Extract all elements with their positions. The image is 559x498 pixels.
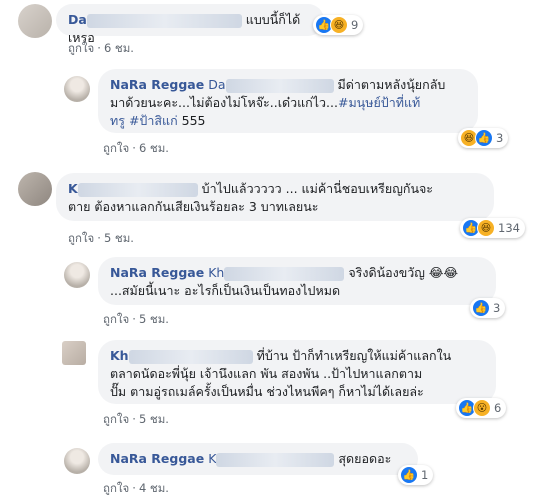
mention[interactable]: Da [208,77,225,92]
comment-bubble: NaRa Reggae Da มีด่าตามหลังนุ้ยกลับ มาด้… [98,69,478,133]
comment-meta: ถูกใจ · 6 ชม. [68,41,134,55]
haha-reaction-icon: 😆 [330,16,348,34]
haha-reaction-icon: 😆 [477,219,495,237]
comment-bubble: Da แบบนี้ก็ได้เหรอ [56,4,324,45]
wow-reaction-icon: 😮 [473,399,491,417]
reaction-count: 3 [493,301,501,315]
hashtag[interactable]: #ป้าสิแก่ [129,113,178,128]
comment-meta: ถูกใจ · 5 ชม. [103,312,169,326]
comment-text: มาด้วยนะคะ...ไม่ต้องไม่โหจ๊ะ..เด๋วแก่ไว.… [110,95,338,110]
comment-meta: ถูกใจ · 5 ชม. [103,412,169,426]
comment-author[interactable]: NaRa Reggae [110,77,204,92]
redacted-name [224,266,345,281]
timestamp[interactable]: 4 ชม. [139,481,169,495]
timestamp[interactable]: 5 ชม. [139,312,169,326]
redacted-name [216,452,335,467]
redacted-name [77,182,198,197]
reaction-count: 134 [498,221,520,235]
avatar[interactable] [64,262,90,288]
timestamp[interactable]: 6 ชม. [104,41,134,55]
like-reaction-icon: 👍 [472,299,490,317]
avatar[interactable] [18,4,52,38]
comment-text: ...สมัยนี้เนาะ อะไรก็เป็นเงินเป็นทองไปหม… [110,283,341,298]
comment-bubble: NaRa Reggae Kh จริงดิน้องขวัญ 😂😂 ...สมัย… [98,257,496,305]
reaction-count: 6 [494,401,502,415]
comment-text: ตลาดนัดอะพี่นุ้ย เจ้านึงแลก พัน สองพัน .… [110,366,423,381]
mention[interactable]: Kh [208,265,224,280]
like-link[interactable]: ถูกใจ [103,412,129,426]
comment-text: สุดยอดอะ [338,451,392,466]
comment-author[interactable]: K [68,181,78,196]
comment-author[interactable]: Da [68,12,87,27]
hashtag[interactable]: #มนุษย์ป้าที่แท้ [338,95,420,110]
hashtag[interactable]: ทรู [110,113,125,128]
reaction-count: 1 [421,468,429,482]
like-reaction-icon: 👍 [475,129,493,147]
comment-author[interactable]: NaRa Reggae [110,451,204,466]
avatar[interactable] [64,448,90,474]
like-link[interactable]: ถูกใจ [103,312,129,326]
reaction-count: 9 [351,18,359,32]
comment-meta: ถูกใจ · 4 ชม. [103,481,169,495]
timestamp[interactable]: 6 ชม. [139,141,169,155]
comment-text: มีด่าตามหลังนุ้ยกลับ [337,77,446,92]
comment-bubble: NaRa Reggae K สุดยอดอะ [98,443,418,475]
like-link[interactable]: ถูกใจ [68,231,94,245]
avatar[interactable] [18,172,52,206]
comment-meta: ถูกใจ · 6 ชม. [103,141,169,155]
like-link[interactable]: ถูกใจ [103,141,129,155]
reaction-summary[interactable]: 👍 😮 6 [456,398,507,418]
reaction-summary[interactable]: 😆 👍 3 [458,128,509,148]
reaction-summary[interactable]: 👍 😆 134 [460,218,525,238]
reaction-summary[interactable]: 👍 3 [470,298,506,318]
comment-bubble: K บ้าไปแล้ววววว ... แม่ค้านี่ชอบเหรียญกั… [56,173,494,221]
reaction-summary[interactable]: 👍 1 [398,465,434,485]
like-link[interactable]: ถูกใจ [68,41,94,55]
comment-bubble: Kh ที่บ้าน ป้าก็ทำเหรียญให้แม่ค้าแลกใน ต… [98,340,496,404]
comment-text: บ้าไปแล้ววววว ... แม่ค้านี่ชอบเหรียญกันจ… [201,181,434,196]
avatar[interactable] [64,76,90,102]
reaction-summary[interactable]: 👍 😆 9 [313,15,364,35]
like-reaction-icon: 👍 [400,466,418,484]
timestamp[interactable]: 5 ชม. [139,412,169,426]
comment-text: 555 [177,113,206,128]
mention[interactable]: K [208,451,216,466]
redacted-name [225,78,334,93]
timestamp[interactable]: 5 ชม. [104,231,134,245]
comment-text: ปั๊ม ตามอู่รถเมล์ครั้งเป็นหมื่น ช่วงไหนพ… [110,384,424,399]
comment-text: จริงดิน้องขวัญ 😂😂 [348,265,459,280]
like-link[interactable]: ถูกใจ [103,481,129,495]
redacted-name [86,13,242,28]
reaction-count: 3 [496,131,504,145]
redacted-name [128,349,253,364]
comment-meta: ถูกใจ · 5 ชม. [68,231,134,245]
avatar[interactable] [62,341,86,365]
comment-author[interactable]: NaRa Reggae [110,265,204,280]
comment-author[interactable]: Kh [110,348,129,363]
comment-text: ตาย ต้องหาแลกกันเสียเงินร้อยละ 3 บาทเลยน… [68,199,319,214]
comment-text: ที่บ้าน ป้าก็ทำเหรียญให้แม่ค้าแลกใน [256,348,452,363]
